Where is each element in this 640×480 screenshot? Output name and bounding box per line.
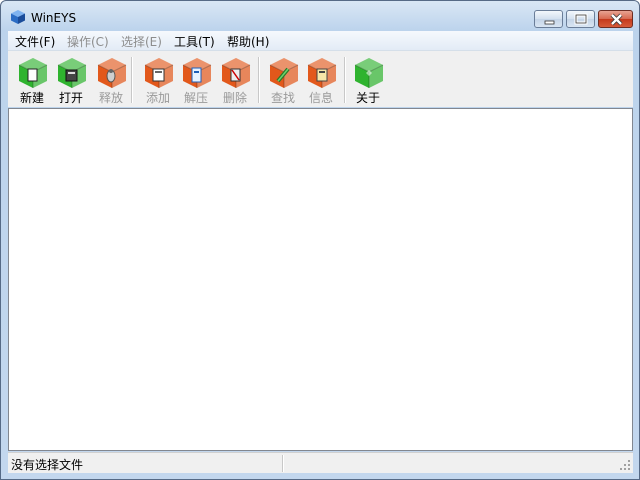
menu-select[interactable]: 选择(E)	[121, 33, 162, 50]
menu-operation[interactable]: 操作(C)	[67, 33, 109, 50]
toolbar-button[interactable]: 解压	[176, 55, 216, 105]
file-list-area[interactable]	[8, 108, 633, 451]
toolbar-button-label: 查找	[270, 91, 295, 105]
resize-grip-icon[interactable]	[619, 459, 631, 471]
status-text: 没有选择文件	[11, 458, 84, 472]
app-cube-icon	[11, 10, 25, 24]
menu-file[interactable]: 文件(F)	[15, 33, 55, 50]
title-bar[interactable]: WinEYS	[1, 1, 639, 31]
release-icon	[97, 58, 127, 88]
toolbar-button[interactable]: 删除	[215, 55, 255, 105]
menu-help[interactable]: 帮助(H)	[227, 33, 269, 50]
toolbar-separator	[344, 57, 346, 103]
toolbar-button-label: 释放	[98, 91, 123, 105]
toolbar-button-label: 关于	[355, 91, 380, 105]
close-button[interactable]	[598, 10, 633, 28]
open-file-icon	[57, 58, 87, 88]
toolbar-button[interactable]: 查找	[263, 55, 303, 105]
toolbar-button-label: 添加	[145, 91, 170, 105]
about-icon	[354, 58, 384, 88]
close-icon	[610, 13, 623, 26]
menu-bar: 文件(F) 操作(C) 选择(E) 工具(T) 帮助(H)	[8, 31, 633, 50]
toolbar-button[interactable]: 添加	[138, 55, 178, 105]
toolbar-button[interactable]: 关于	[348, 55, 388, 105]
new-file-icon	[18, 58, 48, 88]
toolbar-button-label: 信息	[308, 91, 333, 105]
maximize-icon	[574, 13, 588, 25]
toolbar-button-label: 新建	[19, 91, 44, 105]
toolbar-button[interactable]: 信息	[301, 55, 341, 105]
window-title: WinEYS	[31, 11, 77, 25]
toolbar-button-label: 解压	[183, 91, 208, 105]
info-icon	[307, 58, 337, 88]
maximize-button[interactable]	[566, 10, 595, 28]
toolbar-separator	[258, 57, 260, 103]
toolbar-button[interactable]: 新建	[12, 55, 52, 105]
toolbar-button[interactable]: 释放	[91, 55, 131, 105]
extract-icon	[182, 58, 212, 88]
status-divider	[282, 455, 284, 472]
minimize-icon	[544, 20, 555, 25]
delete-icon	[221, 58, 251, 88]
toolbar-separator	[131, 57, 133, 103]
add-icon	[144, 58, 174, 88]
toolbar: 新建 打开 释放 添加 解压 删除 查找 信息 关于	[8, 50, 633, 107]
status-bar: 没有选择文件	[8, 452, 633, 473]
toolbar-button[interactable]: 打开	[51, 55, 91, 105]
app-window: WinEYS 文件(F) 操作(C) 选择(E) 工具(T) 帮助(H) 新建 …	[0, 0, 640, 480]
menu-tools[interactable]: 工具(T)	[174, 33, 215, 50]
toolbar-button-label: 打开	[58, 91, 83, 105]
toolbar-button-label: 删除	[222, 91, 247, 105]
find-icon	[269, 58, 299, 88]
minimize-button[interactable]	[534, 10, 563, 28]
